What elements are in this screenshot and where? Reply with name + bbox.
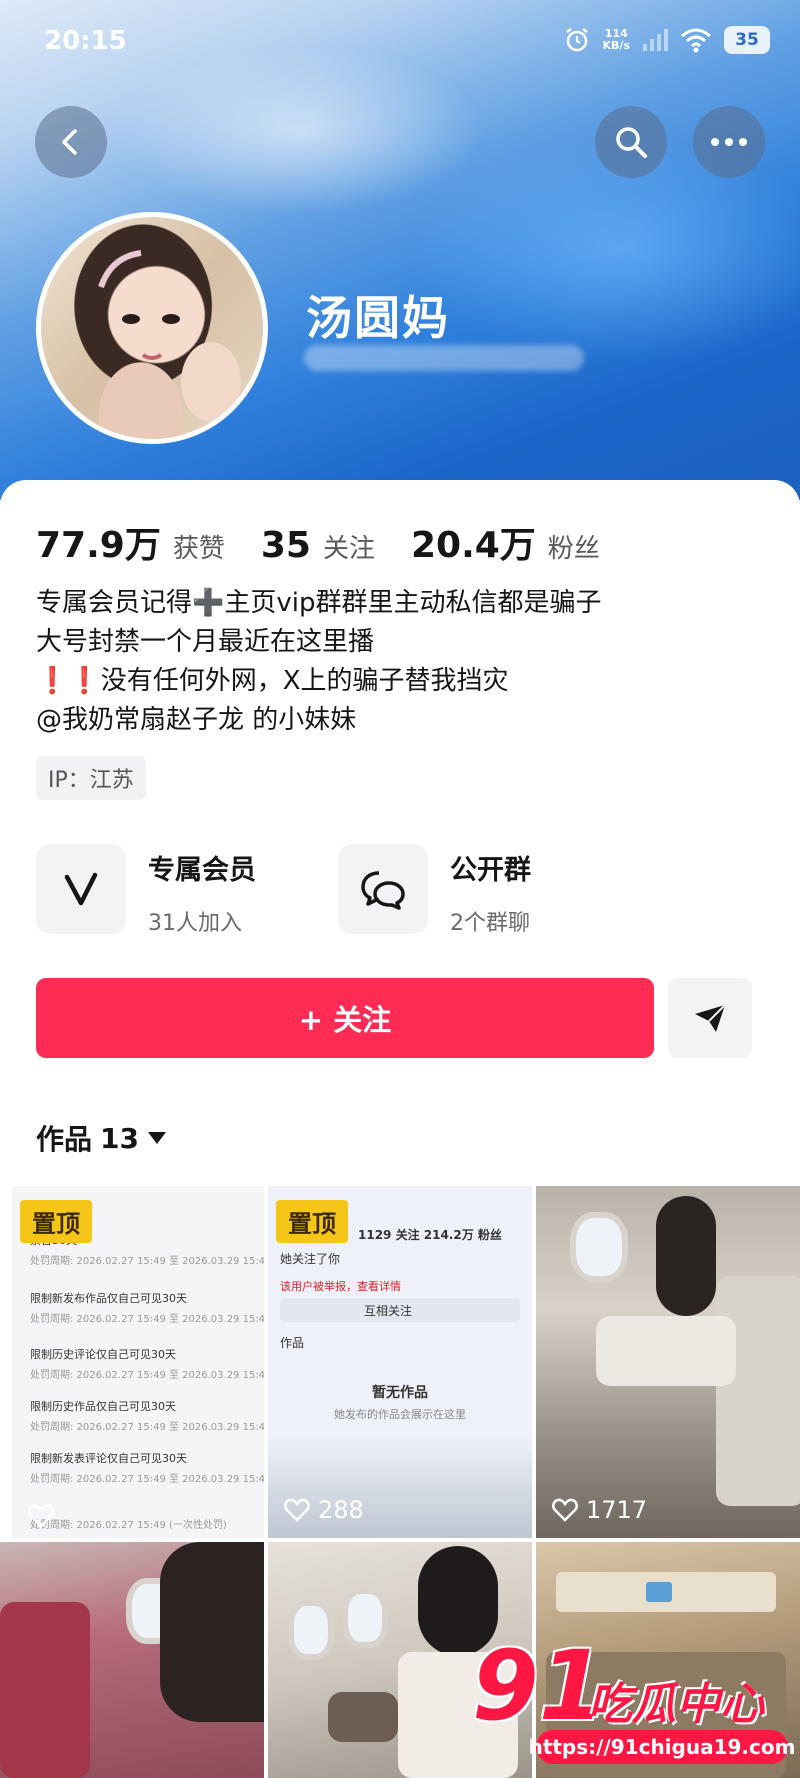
like-count: 288 bbox=[284, 1496, 364, 1524]
signal-icon bbox=[643, 29, 668, 51]
like-count-value: 288 bbox=[318, 1496, 364, 1524]
battery-indicator: 35 bbox=[724, 26, 770, 54]
passenger-figure bbox=[656, 1196, 716, 1316]
username: 汤圆妈 bbox=[306, 291, 450, 345]
video-tile[interactable]: 1129 关注 214.2万 粉丝 她关注了你 该用户被举报，查看详情 互相关注… bbox=[268, 1186, 532, 1538]
empty-subtitle: 她发布的作品会展示在这里 bbox=[334, 1408, 466, 1421]
exclusive-member-entry[interactable]: 专属会员 31人加入 bbox=[36, 844, 256, 937]
more-options-button[interactable] bbox=[693, 106, 765, 178]
stat-value: 35 bbox=[260, 525, 311, 566]
ip-location-tag: IP：江苏 bbox=[36, 756, 146, 800]
public-group-entry[interactable]: 公开群 2个群聊 bbox=[338, 844, 531, 937]
net-speed: 114 KB/s bbox=[603, 28, 630, 52]
like-count-value: 1717 bbox=[586, 1496, 648, 1524]
status-bar: 20:15 114 KB/s 35 bbox=[0, 0, 800, 84]
search-icon bbox=[616, 127, 647, 158]
passenger-figure bbox=[160, 1542, 264, 1722]
passenger-figure bbox=[596, 1316, 736, 1386]
stat-value: 77.9万 bbox=[36, 525, 161, 566]
share-button[interactable] bbox=[668, 978, 752, 1058]
stat-followers[interactable]: 20.4万 粉丝 bbox=[411, 516, 600, 568]
risk-tip: 该用户被举报，查看详情 bbox=[280, 1280, 401, 1293]
video-tile[interactable] bbox=[0, 1542, 264, 1778]
watermark-text: 吃瓜中心 bbox=[588, 1679, 764, 1730]
video-tile[interactable]: 1717 bbox=[536, 1186, 800, 1538]
like-count bbox=[28, 1504, 62, 1528]
stats-row: 77.9万 获赞 35 关注 20.4万 粉丝 bbox=[36, 516, 636, 568]
back-button[interactable] bbox=[35, 106, 107, 178]
wifi-icon bbox=[681, 28, 711, 53]
works-count: 13 bbox=[100, 1121, 139, 1155]
doc-sub: 处罚周期: 2026.02.27 15:49 至 2026.03.29 15:4… bbox=[30, 1314, 264, 1325]
bio-line: @我奶常扇赵子龙 的小妹妹 bbox=[36, 705, 357, 735]
chevron-left-icon bbox=[62, 129, 77, 155]
watermark-url: https://91chigua19.com bbox=[529, 1730, 795, 1764]
cabin-seat bbox=[716, 1276, 800, 1506]
doc-title: 限制历史评论仅自己可见30天 bbox=[30, 1348, 176, 1361]
avatar-portrait bbox=[98, 250, 241, 422]
like-count: 1717 bbox=[552, 1496, 647, 1524]
group-chat-icon bbox=[338, 844, 428, 934]
send-icon bbox=[695, 1004, 726, 1032]
bio-line: ❗❗没有任何外网，X上的骗子替我挡灾 bbox=[36, 666, 509, 696]
watermark-number: 91 bbox=[472, 1630, 606, 1742]
status-icons: 114 KB/s 35 bbox=[563, 26, 770, 54]
caret-down-icon bbox=[147, 1132, 166, 1144]
mutual-label: 互相关注 bbox=[364, 1304, 413, 1318]
stat-likes[interactable]: 77.9万 获赞 bbox=[36, 516, 225, 568]
empty-title: 暂无作品 bbox=[372, 1385, 428, 1401]
cabin-window bbox=[288, 1600, 334, 1660]
profile-banner: 20:15 114 KB/s 35 汤圆妈 bbox=[0, 0, 800, 500]
follow-button[interactable]: + 关注 bbox=[36, 978, 654, 1058]
avatar[interactable] bbox=[36, 212, 268, 444]
group-title: 公开群 bbox=[450, 855, 531, 886]
member-v-icon bbox=[36, 844, 126, 934]
stat-label: 关注 bbox=[322, 534, 375, 564]
heart-icon bbox=[284, 1498, 310, 1522]
bio: 专属会员记得➕主页vip群群里主动私信都是骗子 大号封禁一个月最近在这里播 ❗❗… bbox=[36, 584, 776, 740]
pinned-badge: 置顶 bbox=[276, 1200, 348, 1243]
status-time: 20:15 bbox=[44, 26, 127, 56]
doc-sub: 处罚周期: 2026.02.27 15:49 至 2026.03.29 15:4… bbox=[30, 1370, 264, 1381]
bio-line: 大号封禁一个月最近在这里播 bbox=[36, 627, 375, 657]
cabin-seat bbox=[0, 1602, 90, 1778]
watermark-logo: 91 吃瓜中心 https://91chigua19.com bbox=[472, 1630, 795, 1770]
cabin-window bbox=[342, 1588, 388, 1648]
blurred-user-id bbox=[304, 345, 584, 371]
video-tile[interactable]: 禁言30天 处罚周期: 2026.02.27 15:49 至 2026.03.2… bbox=[12, 1186, 264, 1538]
group-subtitle: 2个群聊 bbox=[450, 911, 530, 936]
doc-title: 限制新发布作品仅自己可见30天 bbox=[30, 1292, 187, 1305]
cabin-window bbox=[570, 1212, 628, 1282]
net-speed-unit: KB/s bbox=[602, 39, 630, 52]
works-tab-mini: 作品 bbox=[280, 1336, 305, 1350]
cabin-screen bbox=[646, 1582, 672, 1602]
doc-sub: 处罚周期: 2026.02.27 15:49 至 2026.03.29 15:4… bbox=[30, 1422, 264, 1433]
search-button[interactable] bbox=[595, 106, 667, 178]
stat-following[interactable]: 35 关注 bbox=[261, 525, 375, 566]
heart-icon bbox=[552, 1498, 578, 1522]
works-label: 作品 bbox=[36, 1123, 93, 1156]
alarm-icon bbox=[565, 28, 588, 52]
doc-sub: 处罚周期: 2026.02.27 15:49 至 2026.03.29 15:4… bbox=[30, 1256, 264, 1267]
mini-stats: 1129 关注 214.2万 粉丝 bbox=[358, 1228, 502, 1242]
member-title: 专属会员 bbox=[148, 855, 256, 886]
doc-title: 限制历史作品仅自己可见30天 bbox=[30, 1400, 176, 1413]
doc-title: 限制新发表评论仅自己可见30天 bbox=[30, 1452, 187, 1465]
mutual-follow-chip: 互相关注 bbox=[280, 1298, 520, 1322]
pinned-badge: 置顶 bbox=[20, 1200, 92, 1243]
stat-label: 粉丝 bbox=[547, 534, 600, 564]
doc-sub: 处罚周期: 2026.02.27 15:49 至 2026.03.29 15:4… bbox=[30, 1474, 264, 1485]
stat-label: 获赞 bbox=[172, 534, 225, 564]
more-dots-icon bbox=[711, 138, 747, 146]
bio-line: 专属会员记得➕主页vip群群里主动私信都是骗子 bbox=[36, 588, 602, 618]
heart-icon bbox=[28, 1504, 54, 1528]
followed-you-text: 她关注了你 bbox=[280, 1252, 341, 1266]
bag bbox=[328, 1692, 398, 1742]
stat-value: 20.4万 bbox=[410, 525, 536, 566]
member-subtitle: 31人加入 bbox=[148, 911, 242, 936]
works-tab[interactable]: 作品 13 bbox=[36, 1118, 167, 1158]
